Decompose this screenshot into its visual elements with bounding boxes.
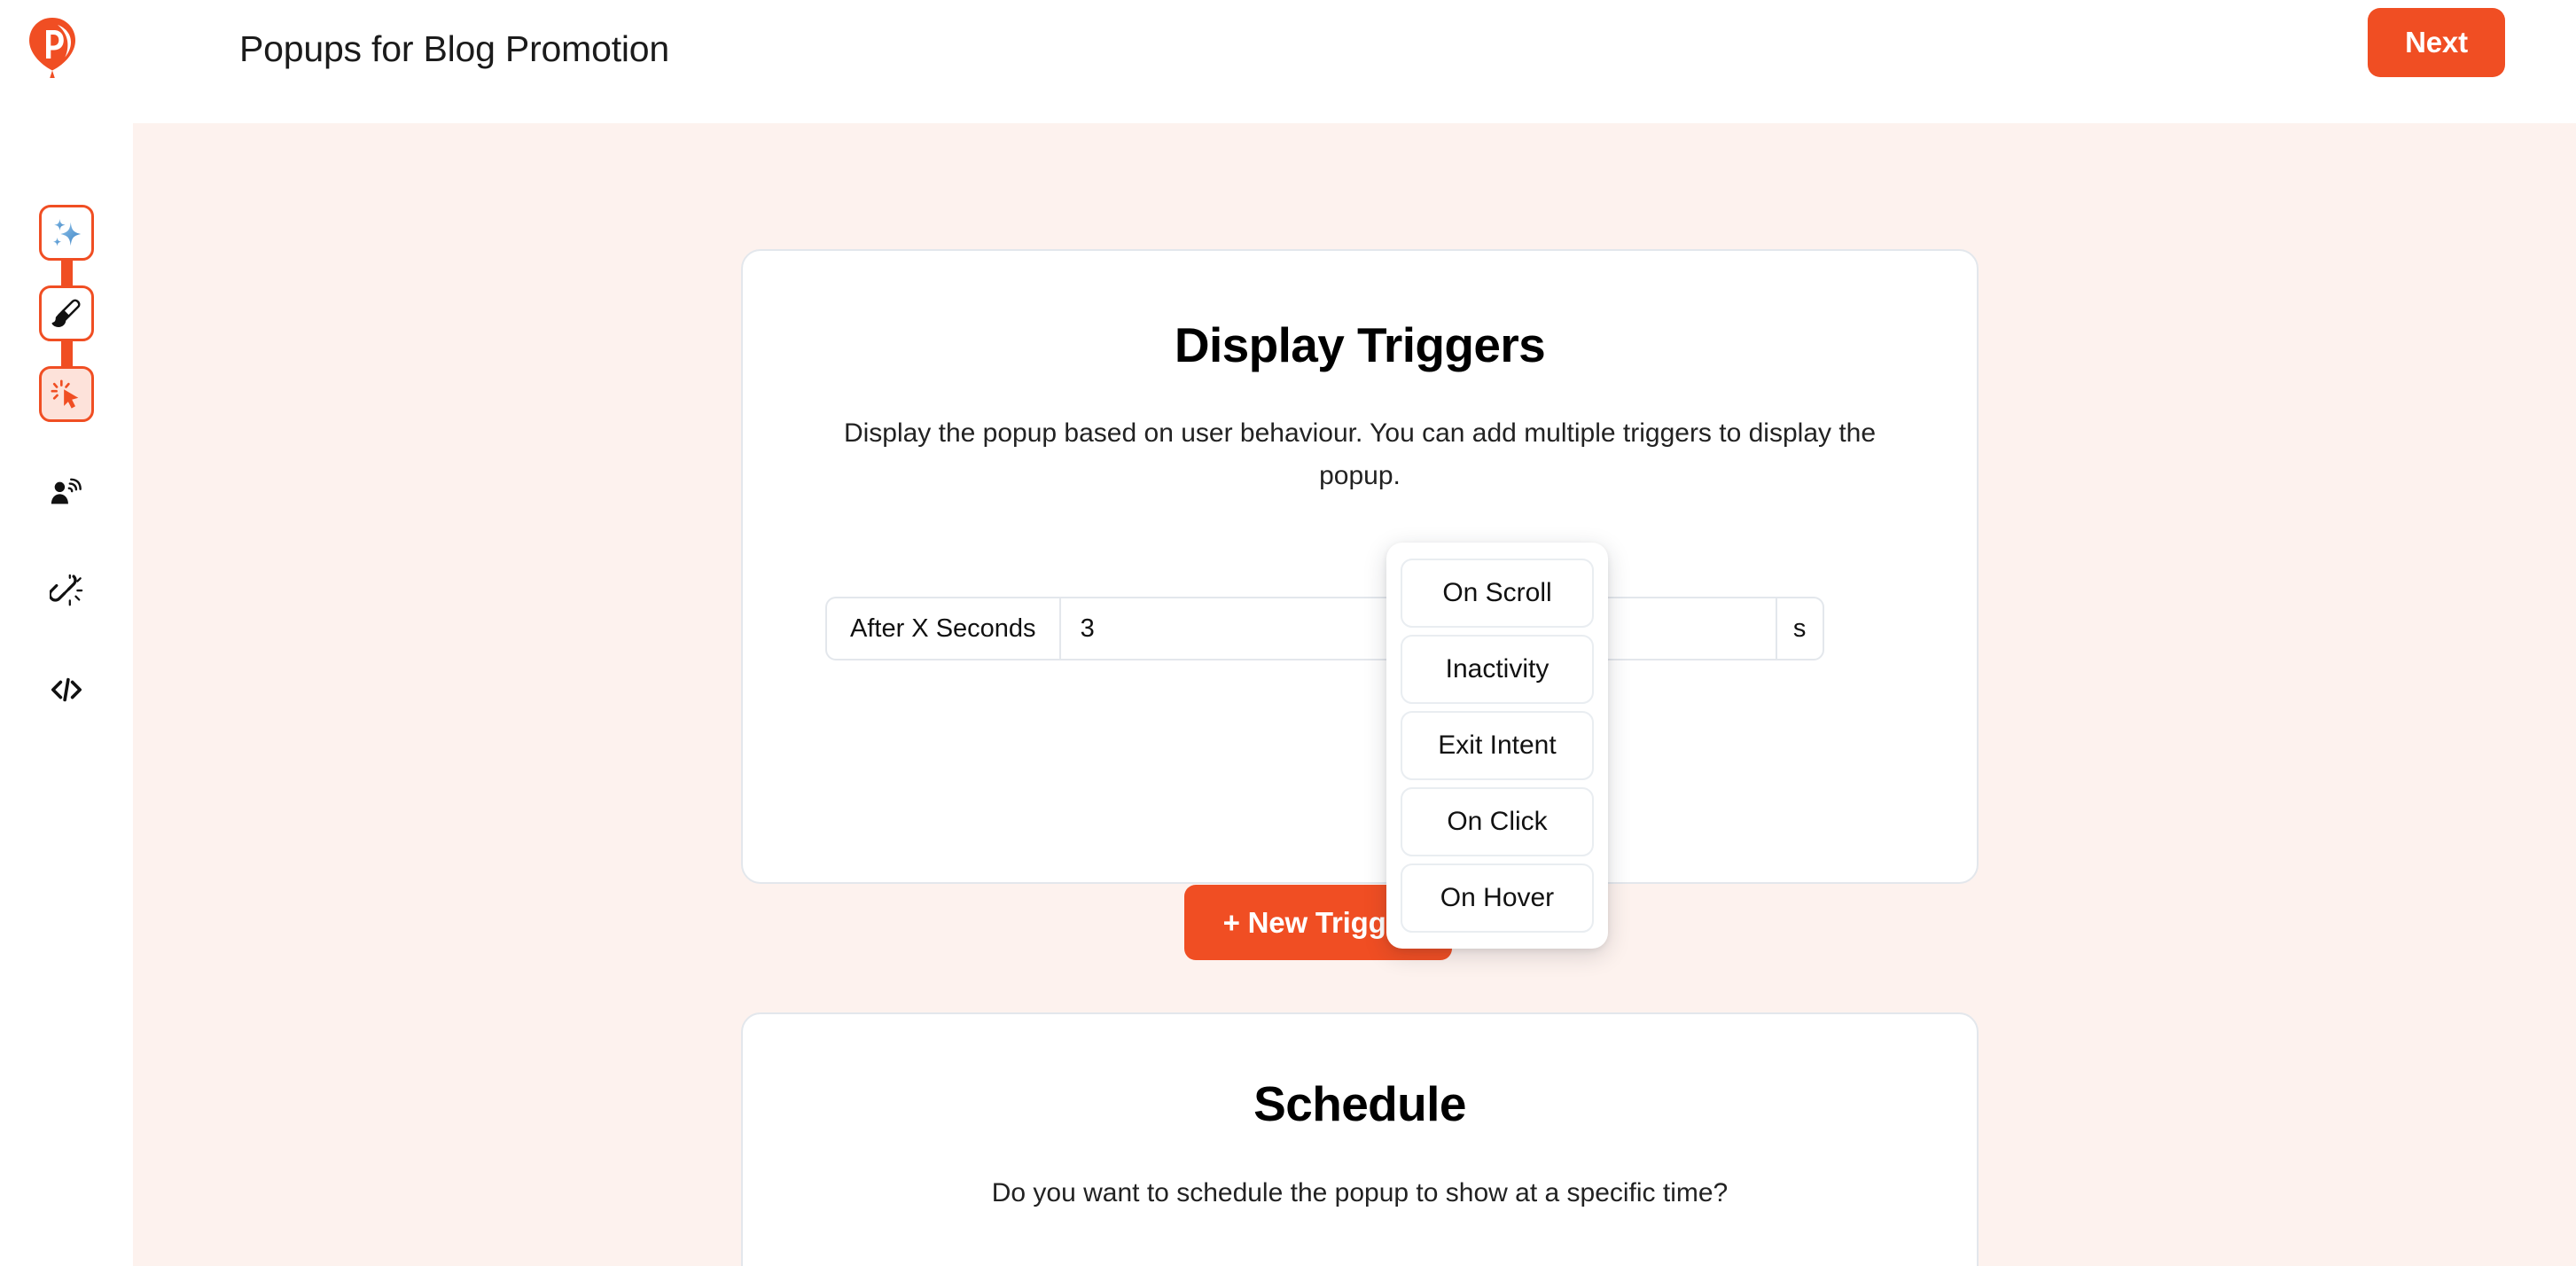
page-title: Popups for Blog Promotion [239,28,669,69]
dropdown-option-inactivity[interactable]: Inactivity [1401,635,1594,704]
link-chain-icon [50,574,83,606]
dropdown-option-on-hover[interactable]: On Hover [1401,864,1594,933]
dropdown-option-exit-intent[interactable]: Exit Intent [1401,711,1594,780]
balloon-p-logo-icon[interactable] [27,16,78,80]
sidebar-item-generate[interactable] [39,205,94,261]
main-content: Display Triggers Display the popup based… [133,123,2576,1266]
trigger-input-group: After X Seconds s [825,597,1824,660]
dropdown-option-on-click[interactable]: On Click [1401,787,1594,856]
sidebar-item-integrations[interactable] [39,563,94,619]
paint-brush-icon [51,299,81,327]
sidebar-item-triggers[interactable] [39,366,94,422]
top-bar: Popups for Blog Promotion Next [0,0,2576,123]
dropdown-option-on-scroll[interactable]: On Scroll [1401,559,1594,628]
display-triggers-title: Display Triggers [1174,317,1546,372]
trigger-type-label[interactable]: After X Seconds [825,597,1059,660]
schedule-title: Schedule [1253,1076,1466,1131]
rail-connector [60,261,73,285]
megaphone-person-icon [51,478,82,504]
app-root: Popups for Blog Promotion Next Display T… [0,0,2576,1266]
sidebar-item-embed-code[interactable] [39,661,94,717]
sidebar-nav [0,123,133,1266]
sidebar-rail [0,123,133,717]
next-button[interactable]: Next [2368,8,2505,77]
sparkles-icon [52,218,82,246]
sidebar-item-design[interactable] [39,285,94,341]
display-triggers-card: Display Triggers Display the popup based… [741,249,1979,960]
display-triggers-subtitle: Display the popup based on user behaviou… [843,418,1877,491]
trigger-unit-suffix: s [1775,597,1824,660]
schedule-card: Schedule Do you want to schedule the pop… [741,1012,1979,1266]
rail-connector [60,341,73,366]
schedule-subtitle: Do you want to schedule the popup to sho… [991,1177,1729,1207]
code-brackets-icon [51,677,82,701]
sidebar-item-audience[interactable] [39,465,94,520]
trigger-type-dropdown: On Scroll Inactivity Exit Intent On Clic… [1386,543,1608,949]
click-cursor-icon [51,379,79,409]
